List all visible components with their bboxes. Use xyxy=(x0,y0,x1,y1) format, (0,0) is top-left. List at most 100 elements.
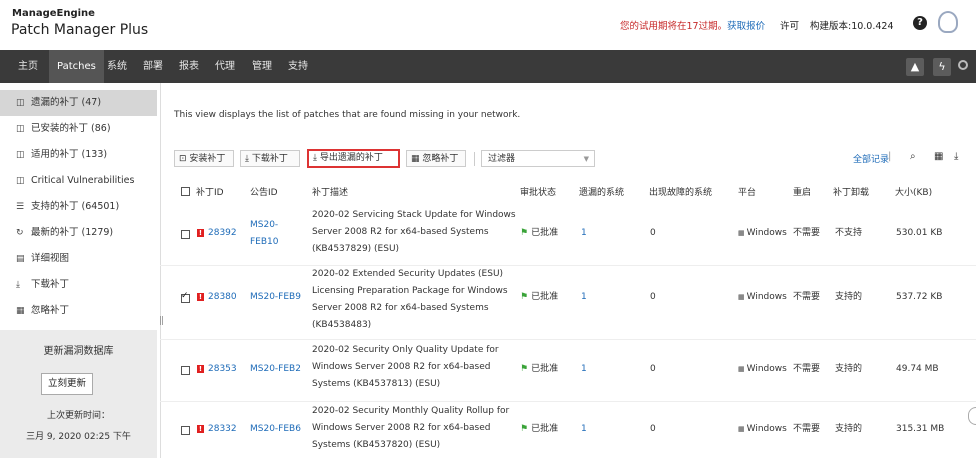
ignore-patch-button[interactable]: ▦ 忽略补丁 xyxy=(406,150,466,167)
windows-icon: ▦ xyxy=(738,425,745,433)
column-header-approval[interactable]: 审批状态 xyxy=(520,185,556,198)
export-icon: ⤓ xyxy=(313,153,317,163)
column-header-uninstall[interactable]: 补丁卸载 xyxy=(833,185,869,198)
nav-patches[interactable]: Patches xyxy=(49,50,104,83)
nav-home[interactable]: 主页 xyxy=(18,50,38,83)
size-cell: 537.72 KB xyxy=(896,292,943,302)
download-patch-button[interactable]: ⤓ 下载补丁 xyxy=(240,150,300,167)
table-row[interactable]: ✓ ! 28380 MS20-FEB9 2020-02 Extended Secu… xyxy=(160,266,976,338)
sidebar-item-critical-vulnerabilities[interactable]: ◫ Critical Vulnerabilities xyxy=(0,168,157,194)
column-header-reboot[interactable]: 重启 xyxy=(793,185,811,198)
sidebar-item-detail-view[interactable]: ▤ 详细视图 xyxy=(0,246,157,272)
filter-select[interactable]: 过滤器 ▼ xyxy=(481,150,595,167)
patch-id-link[interactable]: 28332 xyxy=(208,424,237,434)
download-label: 下载补丁 xyxy=(251,154,288,164)
size-cell: 315.31 MB xyxy=(896,424,945,434)
patch-description: 2020-02 Security Monthly Quality Rollup … xyxy=(312,403,509,454)
table-row[interactable]: ! 28353 MS20-FEB2 2020-02 Security Only Q… xyxy=(160,340,976,400)
applicable-patches-icon: ◫ xyxy=(16,150,25,160)
search-icon[interactable] xyxy=(958,60,968,70)
uninstall-cell: 支持的 xyxy=(835,292,863,302)
failed-systems-count: 0 xyxy=(650,364,656,374)
nav-support[interactable]: 支持 xyxy=(288,50,308,83)
patch-id-link[interactable]: 28392 xyxy=(208,228,237,238)
bulletin-id-link[interactable]: MS20-FEB9 xyxy=(250,289,301,306)
sidebar: ◫ 遗漏的补丁 (47) ◫ 已安装的补丁 (86) ◫ 适用的补丁 (133) ◫ C… xyxy=(0,83,161,458)
column-header-missing-systems[interactable]: 遗漏的系统 xyxy=(579,185,624,198)
select-all-checkbox[interactable] xyxy=(181,187,190,196)
approval-status: ⚑ 已批准 xyxy=(520,361,558,378)
severity-critical-icon: ! xyxy=(197,228,204,237)
update-now-button[interactable]: 立刻更新 xyxy=(41,373,93,395)
patch-description: 2020-02 Servicing Stack Update for Windo… xyxy=(312,207,516,258)
install-patch-button[interactable]: ⊡ 安装补丁 xyxy=(174,150,234,167)
vulnerability-db-title: 更新漏洞数据库 xyxy=(43,346,114,357)
trial-notice: 您的试用期将在17过期。获取报价 xyxy=(620,18,765,32)
get-quote-link[interactable]: 获取报价 xyxy=(727,21,765,32)
reboot-cell: 不需要 xyxy=(793,424,821,434)
sidebar-item-download-patch[interactable]: ⤓ 下载补丁 xyxy=(0,272,157,298)
sidebar-item-applicable-patches[interactable]: ◫ 适用的补丁 (133) xyxy=(0,142,157,168)
table-row[interactable]: ! 28392 MS20- FEB10 2020-02 Servicing Stac… xyxy=(160,204,976,264)
column-header-patch-id[interactable]: 补丁ID xyxy=(196,185,224,198)
column-header-description[interactable]: 补丁描述 xyxy=(312,185,348,198)
description-line: Licensing Preparation Package for Window… xyxy=(312,286,508,296)
all-records-link[interactable]: 全部记录 xyxy=(853,152,889,165)
table-row[interactable]: ! 28332 MS20-FEB6 2020-02 Security Monthl… xyxy=(160,402,976,458)
export-icon[interactable]: ⤓ xyxy=(954,151,958,162)
columns-icon[interactable]: ▦ xyxy=(934,151,943,162)
row-checkbox[interactable] xyxy=(181,426,190,435)
bulletin-id-link[interactable]: MS20-FEB6 xyxy=(250,421,301,438)
description-line: 2020-02 Security Only Quality Update for xyxy=(312,345,499,355)
nav-agents[interactable]: 代理 xyxy=(215,50,235,83)
bulletin-id-link[interactable]: MS20-FEB2 xyxy=(250,361,301,378)
reboot-cell: 不需要 xyxy=(793,292,821,302)
column-header-size[interactable]: 大小(KB) xyxy=(895,185,932,198)
nav-systems[interactable]: 系统 xyxy=(107,50,127,83)
row-checkbox[interactable] xyxy=(181,366,190,375)
missing-systems-link[interactable]: 1 xyxy=(581,361,587,378)
license-link[interactable]: 许可 xyxy=(780,18,799,32)
patch-id-link[interactable]: 28380 xyxy=(208,292,237,302)
rocket-icon[interactable]: ▲ xyxy=(906,58,924,76)
patch-id-link[interactable]: 28353 xyxy=(208,364,237,374)
missing-systems-link[interactable]: 1 xyxy=(581,421,587,438)
nav-reports[interactable]: 报表 xyxy=(179,50,199,83)
build-version: 构建版本:10.0.424 xyxy=(810,21,894,32)
sidebar-item-latest-patches[interactable]: ↻ 最新的补丁 (1279) xyxy=(0,220,157,246)
missing-systems-link[interactable]: 1 xyxy=(581,225,587,242)
nav-admin[interactable]: 管理 xyxy=(252,50,272,83)
column-header-failed-systems[interactable]: 出现故障的系统 xyxy=(649,185,712,198)
sidebar-item-label: 适用的补丁 (133) xyxy=(31,149,108,160)
sidebar-item-installed-patches[interactable]: ◫ 已安装的补丁 (86) xyxy=(0,116,157,142)
row-checkbox[interactable] xyxy=(181,230,190,239)
patch-id-cell: ! 28353 xyxy=(197,361,237,378)
sidebar-item-ignore-patch[interactable]: ▦ 忽略补丁 xyxy=(0,298,157,324)
bolt-icon[interactable]: ϟ xyxy=(933,58,951,76)
export-missing-patches-button[interactable]: ⤓ 导出遗漏的补丁 xyxy=(307,149,400,168)
sidebar-item-supported-patches[interactable]: ☰ 支持的补丁 (64501) xyxy=(0,194,157,220)
brand-logo[interactable]: ManageEngine xyxy=(12,8,95,19)
uninstall-cell: 支持的 xyxy=(835,424,863,434)
sidebar-item-label: 遗漏的补丁 (47) xyxy=(31,97,102,108)
column-header-platform[interactable]: 平台 xyxy=(738,185,756,198)
sidebar-item-missing-patches[interactable]: ◫ 遗漏的补丁 (47) xyxy=(0,90,157,116)
description-line: Server 2008 R2 for x64-based Systems xyxy=(312,303,489,313)
help-icon[interactable]: ? xyxy=(913,16,927,30)
bulletin-id-link[interactable]: MS20- FEB10 xyxy=(250,217,279,251)
download-icon: ⤓ xyxy=(245,154,249,164)
platform-cell: ▦ Windows xyxy=(738,225,787,242)
failed-systems-count: 0 xyxy=(650,424,656,434)
missing-systems-link[interactable]: 1 xyxy=(581,289,587,306)
feedback-tab[interactable] xyxy=(968,407,976,425)
ignore-icon: ▦ xyxy=(411,154,420,164)
supported-patches-icon: ☰ xyxy=(16,202,25,212)
sidebar-item-label: 最新的补丁 (1279) xyxy=(31,227,114,238)
column-header-bulletin-id[interactable]: 公告ID xyxy=(250,185,278,198)
search-icon[interactable]: ⌕ xyxy=(910,151,916,162)
approval-label: 已批准 xyxy=(531,292,559,302)
missing-patches-icon: ◫ xyxy=(16,98,25,108)
nav-deployment[interactable]: 部署 xyxy=(143,50,163,83)
user-avatar[interactable] xyxy=(938,11,958,33)
row-checkbox[interactable]: ✓ xyxy=(181,291,190,303)
